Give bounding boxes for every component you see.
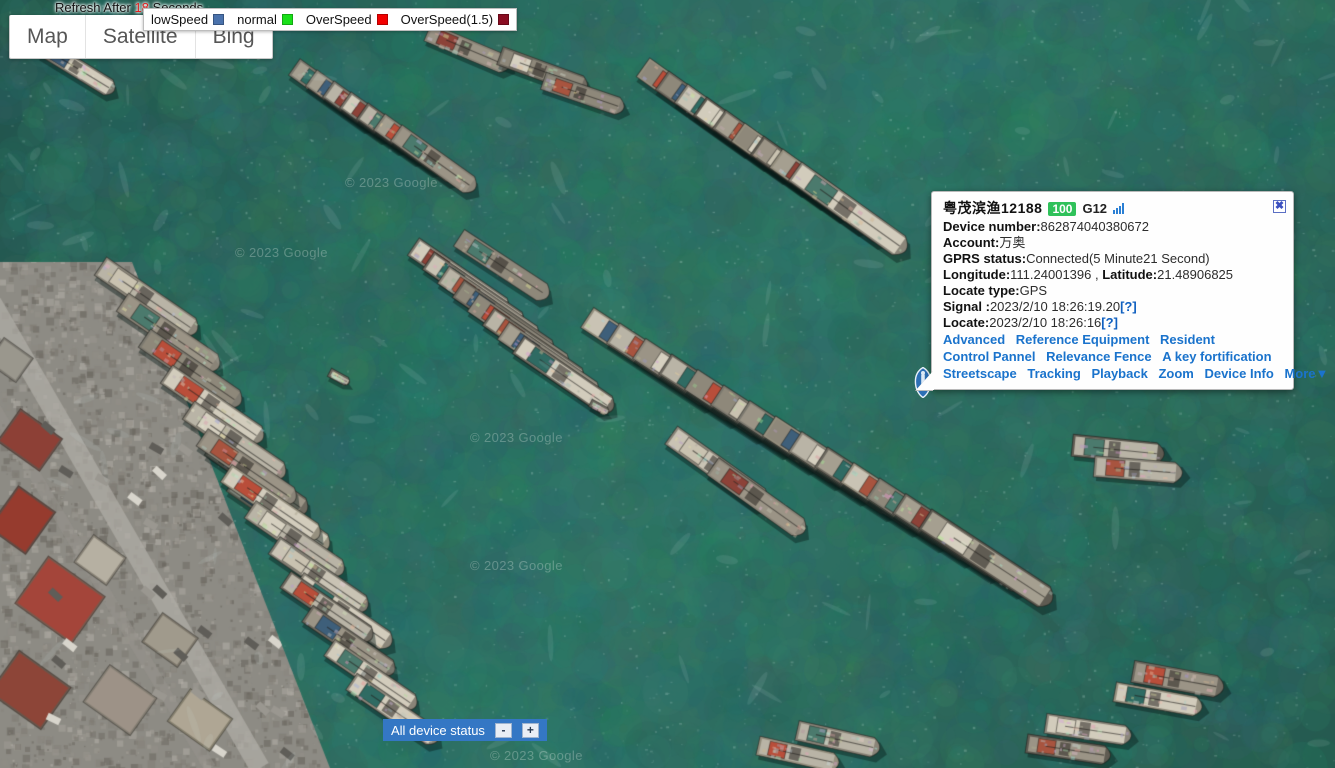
row-locate-type: Locate type:GPS [943,283,1282,298]
label-longitude: Longitude: [943,267,1011,282]
link-zoom[interactable]: Zoom [1158,366,1193,381]
legend-swatch-overspeed [376,14,388,25]
row-device-number: Device number:862874040380672 [943,219,1282,234]
value-account: 万奥 [999,235,1026,250]
coordinate-separator: , [1091,267,1103,282]
row-account: Account:万奥 [943,235,1282,250]
legend-swatch-normal [281,14,293,25]
label-locate: Locate: [943,315,990,330]
legend-swatch-lowspeed [213,14,225,25]
popup-header: 粤茂滨渔12188 100 G12 [943,201,1282,216]
label-gprs-status: GPRS status: [943,251,1027,266]
link-tracking[interactable]: Tracking [1027,366,1080,381]
tab-map[interactable]: Map [10,15,86,58]
label-locate-type: Locate type: [943,283,1020,298]
label-device-number: Device number: [943,219,1041,234]
label-account: Account: [943,235,1000,250]
device-info-popup[interactable]: ✖ 粤茂滨渔12188 100 G12 Device number:862874… [916,191,1328,390]
value-locate: 2023/2/10 18:26:16 [989,315,1102,330]
popup-pointer-tail [916,370,934,390]
link-a-key-fortification[interactable]: A key fortification [1162,349,1271,364]
value-longitude: 111.24001396 [1010,267,1092,282]
row-gprs-status: GPRS status:Connected(5 Minute21 Second) [943,251,1282,266]
legend-item-normal: normal [237,12,293,27]
value-signal: 2023/2/10 18:26:19.20 [989,299,1121,314]
popup-links-row-1: Advanced Reference Equipment Resident [943,332,1282,347]
popup-links-row-3: Streetscape Tracking Playback Zoom Devic… [943,366,1328,381]
device-name: 粤茂滨渔12188 [943,200,1043,216]
legend-label: normal [237,12,277,27]
value-locate-type: GPS [1019,283,1048,298]
locate-help-icon[interactable]: [?] [1101,315,1118,330]
popup-links-row-2: Control Pannel Relevance Fence A key for… [943,349,1282,364]
legend-label: lowSpeed [151,12,209,27]
value-device-number: 862874040380672 [1040,219,1149,234]
link-playback[interactable]: Playback [1091,366,1147,381]
legend-label: OverSpeed(1.5) [400,12,494,27]
network-label: G12 [1082,201,1108,216]
value-gprs-status: Connected(5 Minute21 Second) [1026,251,1210,266]
row-coordinates: Longitude:111.24001396 , Latitude:21.489… [943,267,1282,282]
zoom-out-button[interactable]: - [494,722,512,738]
legend-item-overspeed-15: OverSpeed(1.5) [401,12,510,27]
legend-swatch-overspeed-15 [498,14,510,25]
link-streetscape[interactable]: Streetscape [943,366,1017,381]
row-signal-time: Signal :2023/2/10 18:26:19.20[?] [943,299,1282,314]
zoom-in-button[interactable]: + [521,722,539,738]
label-signal: Signal : [943,299,990,314]
link-more[interactable]: More▼ [1284,366,1328,381]
all-device-status-bar[interactable]: All device status - + [383,719,547,741]
link-device-info[interactable]: Device Info [1204,366,1273,381]
label-latitude: Latitude: [1102,267,1158,282]
legend-item-overspeed: OverSpeed [306,12,388,27]
value-latitude: 21.48906825 [1157,267,1234,282]
link-relevance-fence[interactable]: Relevance Fence [1046,349,1152,364]
link-resident[interactable]: Resident [1160,332,1215,347]
map-application: © 2023 Google © 2023 Google © 2023 Googl… [0,0,1335,768]
legend-item-lowspeed: lowSpeed [151,12,225,27]
link-reference-equipment[interactable]: Reference Equipment [1016,332,1150,347]
link-control-pannel[interactable]: Control Pannel [943,349,1035,364]
close-icon[interactable]: ✖ [1273,200,1286,213]
refresh-prefix: Refresh After [55,0,135,15]
speed-legend: lowSpeed normal OverSpeed OverSpeed(1.5) [143,8,518,31]
battery-badge: 100 [1048,201,1077,216]
signal-strength-icon [1113,203,1125,214]
legend-label: OverSpeed [305,12,372,27]
all-device-status-label: All device status [391,722,485,738]
signal-help-icon[interactable]: [?] [1120,299,1137,314]
row-locate-time: Locate:2023/2/10 18:26:16[?] [943,315,1282,330]
link-advanced[interactable]: Advanced [943,332,1005,347]
